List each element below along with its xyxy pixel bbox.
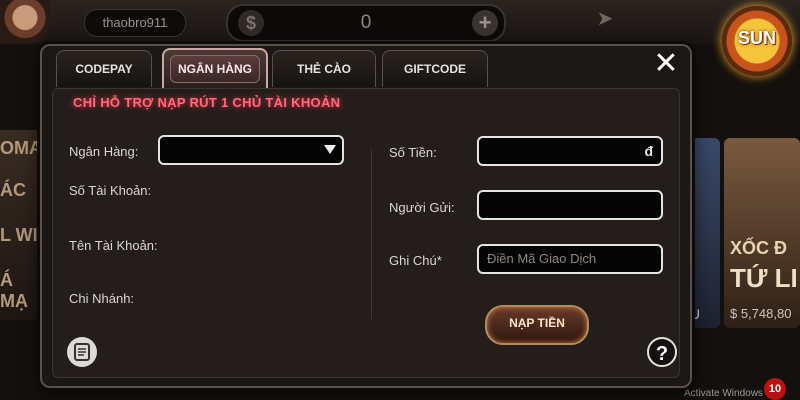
balance-amount: 0 xyxy=(360,12,372,33)
bank-form: CHỈ HỖ TRỢ NẠP RÚT 1 CHỦ TÀI KHOẢN Ngân … xyxy=(52,88,680,378)
top-bar: thaobro911 $ 0 + ➤ xyxy=(0,0,800,44)
add-funds-button[interactable]: + xyxy=(472,10,498,36)
tab-bank-label: NGÂN HÀNG xyxy=(170,55,260,83)
history-button[interactable] xyxy=(67,337,97,367)
tab-bank[interactable]: NGÂN HÀNG xyxy=(162,48,268,88)
tab-codepay[interactable]: CODEPAY xyxy=(56,50,152,87)
tile-text: TỨ LI xyxy=(730,263,798,293)
tile-text: Á MẠ xyxy=(0,270,28,311)
background-game-tile-left: OMAI ÁC L WI Á MẠ xyxy=(0,130,47,320)
document-icon xyxy=(74,343,90,361)
avatar[interactable] xyxy=(0,0,50,44)
tile-text: ÁC xyxy=(0,180,26,200)
tile-text: L WI xyxy=(0,225,38,245)
tab-card[interactable]: THẺ CÀO xyxy=(272,50,376,87)
tab-giftcode[interactable]: GIFTCODE xyxy=(382,50,488,87)
sender-input[interactable] xyxy=(477,190,663,220)
bank-label: Ngân Hàng: xyxy=(69,144,139,159)
deposit-button[interactable]: NẠP TIỀN xyxy=(485,305,589,345)
amount-input[interactable]: đ xyxy=(477,136,663,166)
branch-label: Chi Nhánh: xyxy=(69,291,135,306)
paper-plane-icon[interactable]: ➤ xyxy=(592,6,618,32)
activate-windows-watermark: Activate Windows xyxy=(684,388,763,399)
note-input[interactable]: Điền Mã Giao Dịch xyxy=(477,244,663,274)
account-name-label: Tên Tài Khoản: xyxy=(69,238,158,253)
account-number-label: Số Tài Khoản: xyxy=(69,183,152,198)
amount-label: Số Tiền: xyxy=(389,145,437,160)
note-placeholder: Điền Mã Giao Dịch xyxy=(487,251,597,266)
column-divider xyxy=(371,149,372,319)
sender-label: Người Gửi: xyxy=(389,200,455,215)
notification-badge[interactable]: 10 xyxy=(764,378,786,400)
logo-text: SUN xyxy=(737,28,776,48)
notice-text: CHỈ HỖ TRỢ NẠP RÚT 1 CHỦ TÀI KHOẢN xyxy=(73,95,341,110)
deposit-modal: CODEPAY NGÂN HÀNG THẺ CÀO GIFTCODE ✕ CHỈ… xyxy=(40,44,692,388)
background-game-tile-right: XỐC Đ TỨ LI $ 5,748,80 xyxy=(724,138,800,328)
username-label: thaobro911 xyxy=(84,9,186,37)
tile-text: XỐC Đ xyxy=(730,238,788,258)
note-label: Ghi Chú* xyxy=(389,253,442,268)
tile-amount: $ 5,748,80 xyxy=(730,306,792,321)
balance-box: $ 0 + xyxy=(226,4,506,42)
close-button[interactable]: ✕ xyxy=(646,44,686,84)
bank-select[interactable] xyxy=(158,135,344,165)
help-button[interactable]: ? xyxy=(647,337,677,367)
chevron-down-icon xyxy=(324,145,336,154)
currency-suffix: đ xyxy=(644,143,653,159)
sun-logo: SUN xyxy=(722,6,792,76)
